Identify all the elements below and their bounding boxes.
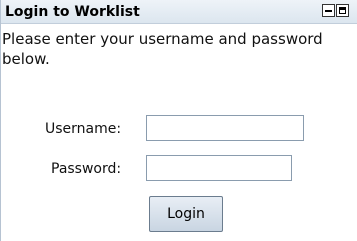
login-button[interactable]: Login	[149, 196, 223, 232]
username-input[interactable]	[146, 115, 304, 141]
login-instructions: Please enter your username and password …	[2, 30, 323, 68]
minimize-icon[interactable]	[322, 4, 335, 17]
panel-titlebar: Login to Worklist	[1, 0, 357, 24]
login-panel: Login to Worklist Please enter your user…	[0, 0, 357, 241]
minimize-glyph	[325, 10, 332, 12]
panel-title: Login to Worklist	[5, 4, 140, 20]
maximize-icon[interactable]	[336, 4, 349, 17]
password-input[interactable]	[146, 155, 292, 181]
maximize-glyph	[339, 7, 346, 14]
username-label: Username:	[45, 121, 122, 137]
password-label: Password:	[51, 161, 122, 177]
